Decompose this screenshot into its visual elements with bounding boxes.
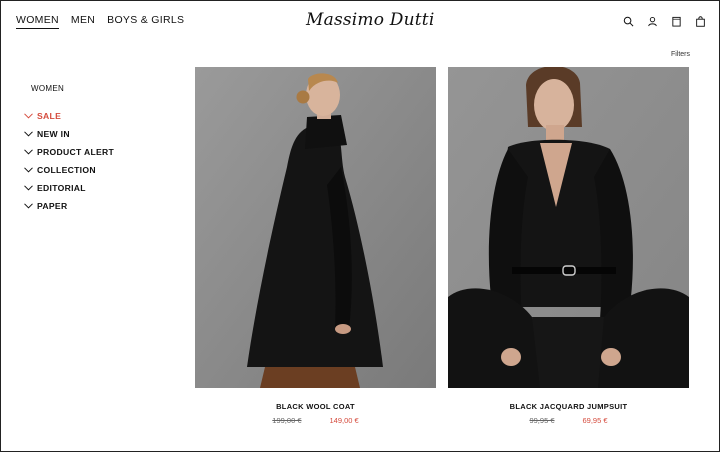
product-image[interactable]: [448, 67, 689, 388]
sidebar-item-label: PAPER: [37, 201, 68, 211]
product-image[interactable]: [195, 67, 436, 388]
sidebar-item-sale[interactable]: SALE: [24, 107, 174, 125]
sidebar-item-collection[interactable]: COLLECTION: [24, 161, 174, 179]
nav-men[interactable]: MEN: [71, 14, 95, 29]
sale-price: 149,00 €: [329, 416, 359, 425]
sale-price: 69,95 €: [582, 416, 608, 425]
filters-button[interactable]: Filters: [671, 51, 690, 58]
sidebar-item-paper[interactable]: PAPER: [24, 197, 174, 215]
model-in-jumpsuit-illustration: [448, 67, 689, 388]
product-card-wool-coat: BLACK WOOL COAT 199,00 € 149,00 €: [195, 67, 436, 425]
brand-logo[interactable]: Massimo Dutti: [306, 10, 434, 30]
chevron-down-icon: [24, 131, 33, 137]
sidebar-item-label: SALE: [37, 111, 62, 121]
user-icon[interactable]: [647, 16, 658, 27]
sidebar-item-editorial[interactable]: EDITORIAL: [24, 179, 174, 197]
bag-icon[interactable]: [695, 16, 706, 27]
original-price: 199,00 €: [272, 416, 302, 425]
top-nav: WOMEN MEN BOYS & GIRLS: [16, 14, 184, 29]
product-prices: 99,95 € 69,95 €: [448, 416, 689, 425]
product-name[interactable]: BLACK JACQUARD JUMPSUIT: [448, 402, 689, 411]
category-sidebar: WOMEN SALE NEW IN PRODUCT ALERT COLLECTI…: [24, 84, 174, 215]
product-prices: 199,00 € 149,00 €: [195, 416, 436, 425]
sidebar-item-label: NEW IN: [37, 129, 70, 139]
sidebar-title: WOMEN: [31, 84, 65, 93]
sidebar-item-label: COLLECTION: [37, 165, 96, 175]
chevron-down-icon: [24, 167, 33, 173]
wishlist-icon[interactable]: [671, 16, 682, 27]
sidebar-item-product-alert[interactable]: PRODUCT ALERT: [24, 143, 174, 161]
original-price: 99,95 €: [529, 416, 555, 425]
sidebar-item-label: PRODUCT ALERT: [37, 147, 115, 157]
header-icons: [623, 16, 706, 27]
chevron-down-icon: [24, 203, 33, 209]
search-icon[interactable]: [623, 16, 634, 27]
nav-boys-girls[interactable]: BOYS & GIRLS: [107, 14, 184, 29]
chevron-down-icon: [24, 149, 33, 155]
sidebar-item-new-in[interactable]: NEW IN: [24, 125, 174, 143]
chevron-down-icon: [24, 113, 33, 119]
chevron-down-icon: [24, 185, 33, 191]
product-name[interactable]: BLACK WOOL COAT: [195, 402, 436, 411]
model-in-coat-illustration: [195, 67, 436, 388]
product-card-jumpsuit: BLACK JACQUARD JUMPSUIT 99,95 € 69,95 €: [448, 67, 689, 425]
sidebar-item-label: EDITORIAL: [37, 183, 86, 193]
nav-women[interactable]: WOMEN: [16, 14, 59, 29]
